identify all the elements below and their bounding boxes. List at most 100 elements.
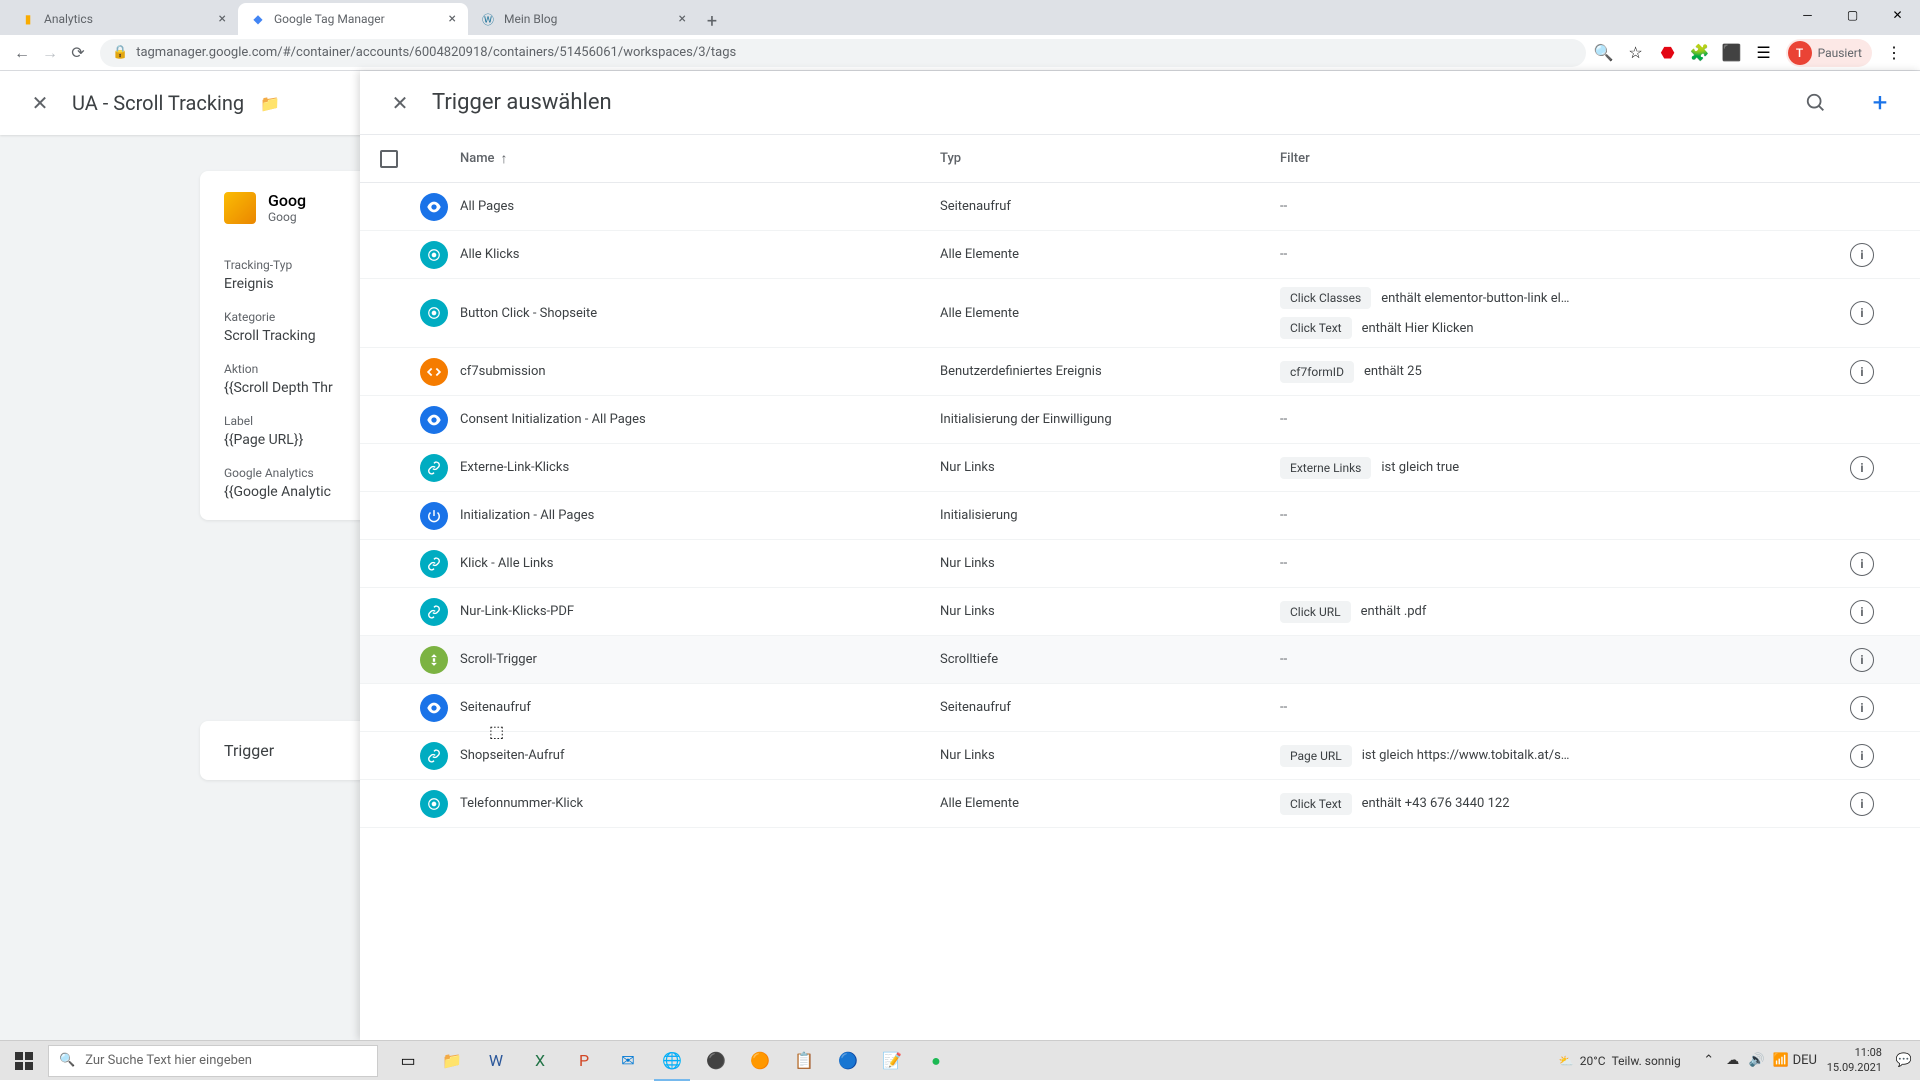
forward-button[interactable]: → (36, 39, 64, 67)
tab-close-icon[interactable]: × (679, 11, 686, 27)
spotify-icon[interactable]: ● (914, 1041, 958, 1081)
browser-tab-blog[interactable]: Ⓦ Mein Blog × (468, 3, 698, 35)
address-bar[interactable]: 🔒 tagmanager.google.com/#/container/acco… (100, 39, 1586, 67)
start-button[interactable] (0, 1041, 48, 1081)
wifi-icon[interactable]: 📶 (1769, 1041, 1793, 1081)
obs-icon[interactable]: ⚫ (694, 1041, 738, 1081)
trigger-row[interactable]: Seitenaufruf Seitenaufruf -- i (360, 684, 1920, 732)
tab-close-icon[interactable]: × (449, 11, 456, 27)
extension-icon[interactable]: ⬛ (1722, 43, 1742, 63)
info-button[interactable]: i (1850, 744, 1874, 768)
close-trigger-panel-button[interactable]: ✕ (380, 83, 420, 123)
volume-icon[interactable]: 🔊 (1745, 1041, 1769, 1081)
info-button[interactable]: i (1850, 696, 1874, 720)
profile-button[interactable]: T Pausiert (1786, 39, 1872, 67)
trigger-row[interactable]: Shopseiten-Aufruf Nur Links Page URList … (360, 732, 1920, 780)
window-minimize-button[interactable]: ─ (1785, 0, 1830, 30)
taskbar-search[interactable]: 🔍 Zur Suche Text hier eingeben (48, 1045, 378, 1077)
trigger-type: Seitenaufruf (940, 199, 1280, 214)
onedrive-icon[interactable]: ☁ (1721, 1041, 1745, 1081)
trigger-type: Nur Links (940, 460, 1280, 475)
extensions-icon[interactable]: 🧩 (1690, 43, 1710, 63)
edge-icon[interactable]: 🔵 (826, 1041, 870, 1081)
trigger-row[interactable]: Scroll-Trigger Scrolltiefe -- i (360, 636, 1920, 684)
tab-title: Google Tag Manager (274, 12, 385, 26)
language-indicator[interactable]: DEU (1793, 1041, 1817, 1081)
app-icon[interactable]: 📋 (782, 1041, 826, 1081)
window-maximize-button[interactable]: ▢ (1830, 0, 1875, 30)
info-button[interactable]: i (1850, 456, 1874, 480)
bookmark-star-icon[interactable]: ☆ (1626, 43, 1646, 63)
trigger-filter: cf7formIDenthält 25 (1280, 361, 1850, 383)
weather-icon: ⛅ (1559, 1054, 1574, 1068)
column-filter-header[interactable]: Filter (1280, 151, 1850, 166)
notepad-icon[interactable]: 📝 (870, 1041, 914, 1081)
powerpoint-icon[interactable]: P (562, 1041, 606, 1081)
close-editor-button[interactable]: ✕ (20, 83, 60, 123)
mail-icon[interactable]: ✉ (606, 1041, 650, 1081)
app-icon[interactable]: 🟠 (738, 1041, 782, 1081)
trigger-row[interactable]: cf7submission Benutzerdefiniertes Ereign… (360, 348, 1920, 396)
analytics-favicon: ▮ (20, 11, 36, 27)
trigger-type: Scrolltiefe (940, 652, 1280, 667)
window-close-button[interactable]: ✕ (1875, 0, 1920, 30)
column-name-header[interactable]: Name ↑ (460, 150, 940, 167)
click-trigger-icon (420, 241, 448, 269)
trigger-row[interactable]: Nur-Link-Klicks-PDF Nur Links Click URLe… (360, 588, 1920, 636)
info-button[interactable]: i (1850, 243, 1874, 267)
tab-close-icon[interactable]: × (219, 11, 226, 27)
trigger-row[interactable]: Button Click - Shopseite Alle Elemente C… (360, 279, 1920, 348)
info-button[interactable]: i (1850, 360, 1874, 384)
browser-menu-icon[interactable]: ⋮ (1884, 43, 1904, 63)
info-button[interactable]: i (1850, 648, 1874, 672)
tray-chevron-icon[interactable]: ⌃ (1697, 1041, 1721, 1081)
zoom-icon[interactable]: 🔍 (1594, 43, 1614, 63)
folder-icon[interactable]: 📁 (260, 94, 280, 113)
info-button[interactable]: i (1850, 792, 1874, 816)
click-trigger-icon (420, 790, 448, 818)
extension-abp-icon[interactable]: ⬣ (1658, 43, 1678, 63)
search-button[interactable] (1796, 83, 1836, 123)
trigger-filter: -- (1280, 412, 1850, 427)
task-view-icon[interactable]: ▭ (386, 1041, 430, 1081)
chrome-icon[interactable]: 🌐 (650, 1041, 694, 1081)
filter-chip: Click Text (1280, 793, 1352, 815)
browser-tab-analytics[interactable]: ▮ Analytics × (8, 3, 238, 35)
add-trigger-button[interactable]: + (1860, 83, 1900, 123)
trigger-row[interactable]: Initialization - All Pages Initialisieru… (360, 492, 1920, 540)
word-icon[interactable]: W (474, 1041, 518, 1081)
weather-widget[interactable]: ⛅ 20°C Teilw. sonnig (1559, 1054, 1681, 1068)
no-filter: -- (1280, 247, 1287, 262)
trigger-row[interactable]: All Pages Seitenaufruf -- (360, 183, 1920, 231)
filter-chip: cf7formID (1280, 361, 1354, 383)
select-all-checkbox[interactable] (380, 150, 398, 168)
browser-tab-strip: ▮ Analytics × ◆ Google Tag Manager × Ⓦ M… (0, 0, 1920, 35)
trigger-filter: -- (1280, 247, 1850, 262)
filter-text: enthält .pdf (1361, 604, 1427, 619)
trigger-filter: Click URLenthält .pdf (1280, 601, 1850, 623)
ga-icon (224, 192, 256, 224)
info-button[interactable]: i (1850, 301, 1874, 325)
trigger-row[interactable]: Alle Klicks Alle Elemente -- i (360, 231, 1920, 279)
back-button[interactable]: ← (8, 39, 36, 67)
file-explorer-icon[interactable]: 📁 (430, 1041, 474, 1081)
trigger-row[interactable]: Externe-Link-Klicks Nur Links Externe Li… (360, 444, 1920, 492)
taskbar-clock[interactable]: 11:08 15.09.2021 (1817, 1046, 1892, 1075)
browser-tab-gtm[interactable]: ◆ Google Tag Manager × (238, 3, 468, 35)
column-type-header[interactable]: Typ (940, 151, 1280, 166)
new-tab-button[interactable]: + (698, 7, 726, 35)
trigger-filter: -- (1280, 556, 1850, 571)
trigger-row[interactable]: Consent Initialization - All Pages Initi… (360, 396, 1920, 444)
notifications-icon[interactable]: 💬 (1892, 1041, 1916, 1081)
reload-button[interactable]: ⟳ (64, 39, 92, 67)
excel-icon[interactable]: X (518, 1041, 562, 1081)
info-button[interactable]: i (1850, 552, 1874, 576)
info-button[interactable]: i (1850, 600, 1874, 624)
trigger-type: Nur Links (940, 748, 1280, 763)
trigger-row[interactable]: Klick - Alle Links Nur Links -- i (360, 540, 1920, 588)
trigger-row[interactable]: Telefonnummer-Klick Alle Elemente Click … (360, 780, 1920, 828)
reading-list-icon[interactable]: ☰ (1754, 43, 1774, 63)
tag-title[interactable]: UA - Scroll Tracking (72, 91, 244, 115)
trigger-filter: Externe Linksist gleich true (1280, 457, 1850, 479)
no-filter: -- (1280, 556, 1287, 571)
